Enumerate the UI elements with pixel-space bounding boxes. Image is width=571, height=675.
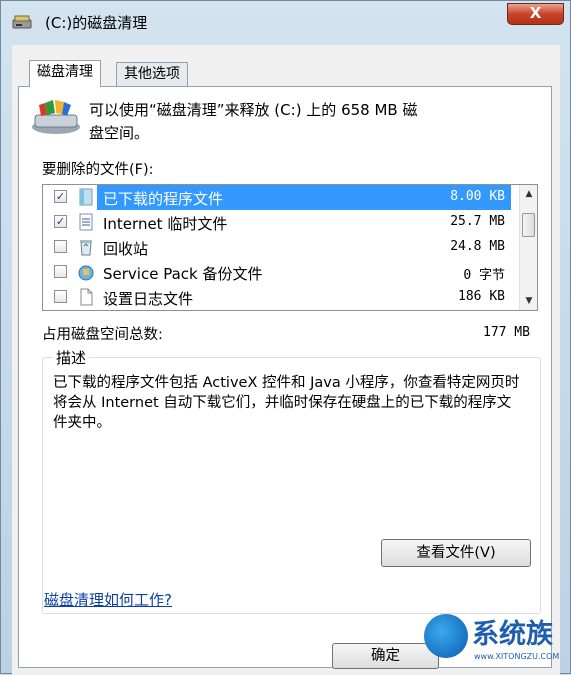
file-checkbox[interactable] [54, 240, 67, 253]
file-row[interactable]: 回收站 24.8 MB [43, 235, 519, 260]
files-scrollbar[interactable]: ▲ ▼ [519, 185, 537, 310]
description-text: 已下载的程序文件包括 ActiveX 控件和 Java 小程序，你查看特定网页时… [53, 375, 520, 431]
file-size: 25.7 MB [450, 214, 505, 229]
window-title: (C:)的磁盘清理 [45, 14, 148, 32]
folder-icon [79, 188, 93, 206]
tab-disk-cleanup[interactable]: 磁盘清理 [29, 60, 101, 87]
total-space-value: 177 MB [483, 325, 530, 340]
file-checkbox[interactable]: ✓ [54, 190, 67, 203]
document-icon [79, 213, 93, 231]
watermark-text: 系统族 [472, 619, 553, 650]
scroll-up-icon[interactable]: ▲ [521, 186, 537, 202]
disk-cleanup-icon [12, 15, 32, 29]
intro-line-2: 盘空间。 [89, 124, 150, 142]
disk-cleanup-illustration-icon [32, 100, 80, 134]
scroll-thumb[interactable] [522, 213, 535, 237]
file-checkbox[interactable]: ✓ [54, 215, 67, 228]
file-row[interactable]: ✓ 已下载的程序文件 8.00 KB [43, 185, 519, 210]
file-row[interactable]: ✓ Internet 临时文件 25.7 MB [43, 210, 519, 235]
file-name: Internet 临时文件 [103, 215, 228, 233]
file-size: 0 字节 [463, 268, 505, 283]
file-size: 24.8 MB [450, 239, 505, 254]
watermark-logo: 系统族 www.XITONGZU.COM [420, 612, 571, 674]
help-link[interactable]: 磁盘清理如何工作? [44, 589, 172, 610]
recycle-bin-icon [80, 240, 92, 256]
total-space-label: 占用磁盘空间总数: [42, 327, 163, 343]
view-files-button[interactable]: 查看文件(V) [381, 539, 531, 567]
close-button[interactable]: X [507, 3, 564, 25]
dialog-client: 磁盘清理 其他选项 可以使用“磁盘清理”来释放 (C:) 上的 658 MB 磁… [12, 45, 560, 675]
file-size: 8.00 KB [450, 189, 505, 204]
installer-icon [78, 265, 94, 281]
file-checkbox[interactable] [54, 265, 67, 278]
file-name: 已下载的程序文件 [103, 190, 224, 208]
file-size: 186 KB [458, 289, 505, 304]
file-name: Service Pack 备份文件 [103, 265, 263, 283]
files-to-delete-label: 要删除的文件(F): [42, 162, 154, 178]
windows-logo-icon [424, 614, 468, 658]
description-title: 描述 [53, 347, 90, 368]
file-icon [80, 288, 93, 306]
watermark-url: www.XITONGZU.COM [474, 652, 560, 661]
dialog-window: (C:)的磁盘清理 X 磁盘清理 其他选项 可以使用“磁盘清理”来释放 (C:)… [0, 0, 571, 675]
tab-panel: 可以使用“磁盘清理”来释放 (C:) 上的 658 MB 磁 盘空间。 要删除的… [18, 86, 552, 668]
close-icon: X [529, 4, 542, 22]
scroll-down-icon[interactable]: ▼ [521, 293, 537, 309]
files-list[interactable]: ✓ 已下载的程序文件 8.00 KB ✓ Internet 临时文件 25.7 MB 回收站… [42, 184, 538, 311]
title-bar[interactable]: (C:)的磁盘清理 X [1, 1, 571, 43]
file-checkbox[interactable] [54, 290, 67, 303]
file-name: 设置日志文件 [103, 290, 194, 308]
intro-line-1: 可以使用“磁盘清理”来释放 (C:) 上的 658 MB 磁 [89, 101, 418, 119]
file-name: 回收站 [103, 240, 149, 258]
tab-more-options[interactable]: 其他选项 [116, 62, 188, 86]
file-row[interactable]: 设置日志文件 186 KB [43, 285, 519, 310]
file-row[interactable]: Service Pack 备份文件 0 字节 [43, 260, 519, 285]
